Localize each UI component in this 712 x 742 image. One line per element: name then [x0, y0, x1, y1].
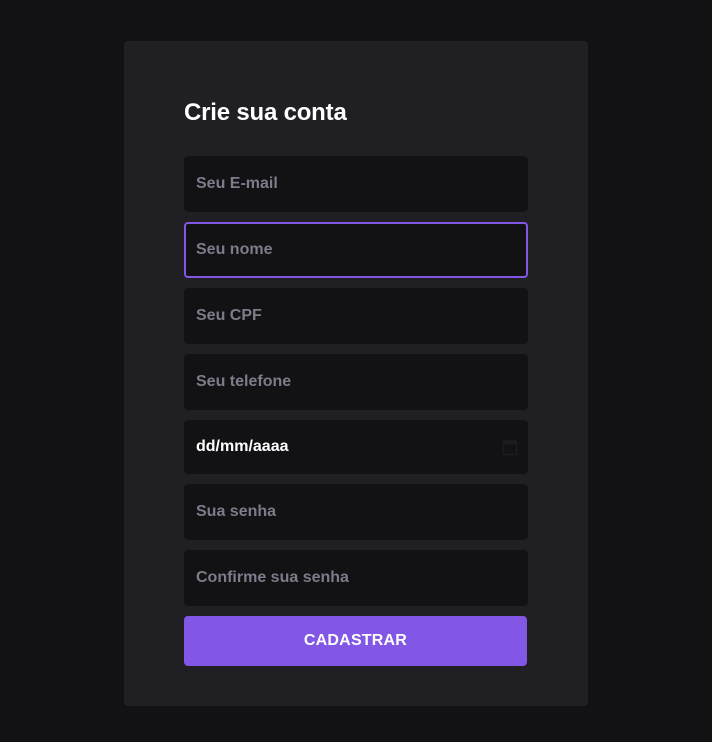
page-title: Crie sua conta — [184, 99, 347, 126]
signup-card: Crie sua conta dd/mm/aaaa CADASTRAR — [124, 41, 588, 706]
date-placeholder: dd/mm/aaaa — [196, 438, 289, 455]
password-field[interactable] — [184, 484, 528, 540]
calendar-icon[interactable] — [502, 438, 518, 456]
name-field[interactable] — [184, 222, 528, 278]
phone-field[interactable] — [184, 354, 528, 410]
submit-button[interactable]: CADASTRAR — [184, 616, 527, 666]
cpf-field[interactable] — [184, 288, 528, 344]
confirm-password-field[interactable] — [184, 550, 528, 606]
birthdate-field[interactable]: dd/mm/aaaa — [184, 420, 528, 474]
email-field[interactable] — [184, 156, 528, 212]
